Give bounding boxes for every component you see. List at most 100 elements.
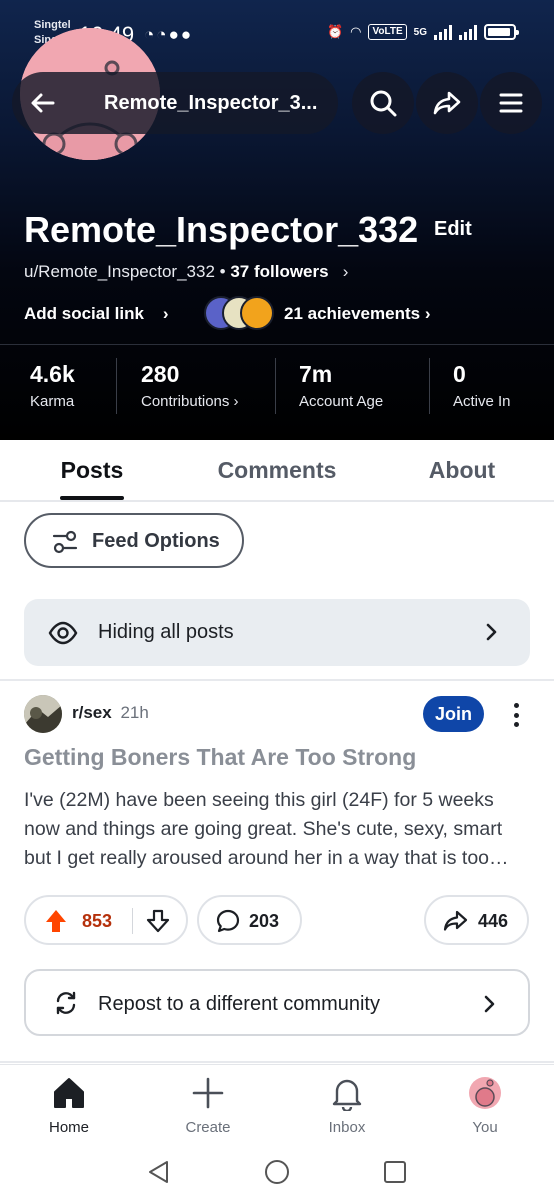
stat-label: Active In (453, 393, 511, 410)
share-button[interactable]: 446 (424, 895, 529, 945)
active-tab-indicator (60, 496, 124, 500)
section-divider (0, 1061, 554, 1063)
hamburger-icon (499, 93, 523, 113)
section-divider (0, 679, 554, 681)
nav-you[interactable]: You (435, 1075, 535, 1137)
subreddit-image-icon (24, 695, 62, 733)
tab-posts[interactable]: Posts (52, 456, 132, 484)
nav-home[interactable]: Home (19, 1075, 119, 1137)
profile-header: Singtel Singtel 10:49 ◔◔●● ⏰ ◠ VoLTE 5G (0, 0, 554, 440)
top-bar: Remote_Inspector_3... (12, 72, 542, 136)
stat-value: 0 (453, 361, 466, 387)
achievements-count: 21 achievements (284, 304, 421, 323)
add-social-link-button[interactable]: Add social link › (24, 303, 169, 325)
chevron-right-icon (484, 995, 495, 1013)
feed-options-button[interactable]: Feed Options (24, 513, 244, 568)
subreddit-avatar[interactable] (24, 695, 62, 733)
stat-label: Account Age (299, 393, 384, 410)
nav-label: You (472, 1119, 498, 1136)
repost-label: Repost to a different community (98, 993, 380, 1015)
system-back-icon[interactable] (145, 1158, 173, 1186)
whatsapp-icon: ◔ (156, 25, 169, 44)
stat-active-in: 0 Active In (453, 360, 511, 412)
nav-inbox[interactable]: Inbox (297, 1075, 397, 1137)
chevron-right-icon (486, 623, 497, 641)
system-icons: ⏰ ◠ VoLTE 5G (326, 24, 519, 40)
profile-handle: u/Remote_Inspector_332 (24, 262, 215, 281)
achievement-badge-icon (240, 296, 274, 330)
eye-icon (48, 621, 78, 645)
network-type: 5G (413, 26, 427, 38)
plus-icon (192, 1077, 224, 1109)
add-social-link-label: Add social link (24, 304, 144, 323)
post-title[interactable]: Getting Boners That Are Too Strong (24, 742, 416, 772)
handle-line: u/Remote_Inspector_332 • 37 followers › (24, 261, 348, 283)
post-body[interactable]: I've (22M) have been seeing this girl (2… (24, 786, 530, 880)
edit-profile-button[interactable]: Edit (434, 217, 472, 241)
stat-value: 280 (141, 361, 180, 387)
stat-label: Karma (30, 393, 75, 410)
achievements-link[interactable]: 21 achievements › (284, 303, 431, 325)
achievement-badges[interactable] (204, 296, 278, 332)
share-profile-button[interactable] (416, 72, 478, 134)
join-button[interactable]: Join (423, 696, 484, 732)
chat-bubble-icon: ● (180, 25, 194, 44)
profile-tabs: Posts Comments About (0, 440, 554, 502)
downvote-icon[interactable] (146, 909, 170, 933)
followers-link[interactable]: 37 followers (230, 262, 328, 281)
back-button[interactable] (12, 72, 74, 134)
profile-display-name: Remote_Inspector_332 (24, 209, 419, 250)
battery-icon (484, 24, 519, 40)
nav-label: Create (185, 1119, 231, 1136)
comment-count: 203 (249, 911, 280, 931)
vote-divider (132, 908, 133, 934)
home-icon (54, 1078, 84, 1108)
repost-button[interactable]: Repost to a different community (24, 969, 530, 1036)
subreddit-name[interactable]: r/sex (72, 703, 112, 722)
hiding-posts-row[interactable]: Hiding all posts (24, 599, 530, 666)
stat-value: 7m (299, 361, 333, 387)
arrow-left-icon (31, 93, 55, 113)
volte-badge: VoLTE (368, 24, 407, 40)
chevron-right-icon: › (148, 304, 169, 323)
search-icon (370, 90, 397, 117)
top-bar-title: Remote_Inspector_3... (104, 92, 318, 114)
nav-create[interactable]: Create (158, 1075, 258, 1137)
hiding-posts-label: Hiding all posts (98, 621, 234, 643)
share-count: 446 (478, 911, 509, 931)
stat-value: 4.6k (30, 361, 75, 387)
system-recents-icon[interactable] (381, 1158, 409, 1186)
post-age: 21h (120, 703, 149, 722)
tab-about[interactable]: About (412, 456, 512, 484)
more-options-icon[interactable] (504, 700, 528, 730)
feed-options-label: Feed Options (92, 530, 220, 552)
post-body-text: I've (22M) have been seeing this girl (2… (24, 789, 503, 869)
chevron-right-icon: › (333, 262, 349, 281)
comments-button[interactable]: 203 (197, 895, 302, 945)
stat-divider (116, 358, 117, 414)
menu-button[interactable] (480, 72, 542, 134)
nav-label: Home (48, 1119, 89, 1136)
notification-icons: ◔◔●● (144, 25, 193, 45)
bell-icon (332, 1079, 362, 1111)
avatar-icon (469, 1077, 501, 1109)
alarm-icon: ⏰ (326, 24, 344, 39)
wifi-icon: ◠ (350, 24, 362, 39)
stat-divider (429, 358, 430, 414)
stat-karma: 4.6k Karma (30, 360, 75, 412)
post-meta: r/sex 21h (72, 702, 149, 724)
upvote-icon[interactable] (44, 908, 68, 934)
stat-contributions[interactable]: 280 Contributions › (141, 360, 239, 412)
search-button[interactable] (352, 72, 414, 134)
chevron-right-icon: › (424, 304, 431, 323)
signal-icon (434, 24, 452, 40)
repost-icon (56, 991, 76, 1015)
whatsapp-icon: ◔ (144, 25, 157, 44)
tab-comments[interactable]: Comments (206, 456, 348, 484)
stat-account-age: 7m Account Age (299, 360, 383, 412)
header-divider (0, 344, 554, 345)
system-home-icon[interactable] (263, 1158, 291, 1186)
stat-divider (275, 358, 276, 414)
sliders-icon (52, 530, 78, 554)
carrier-1: Singtel (34, 19, 71, 31)
